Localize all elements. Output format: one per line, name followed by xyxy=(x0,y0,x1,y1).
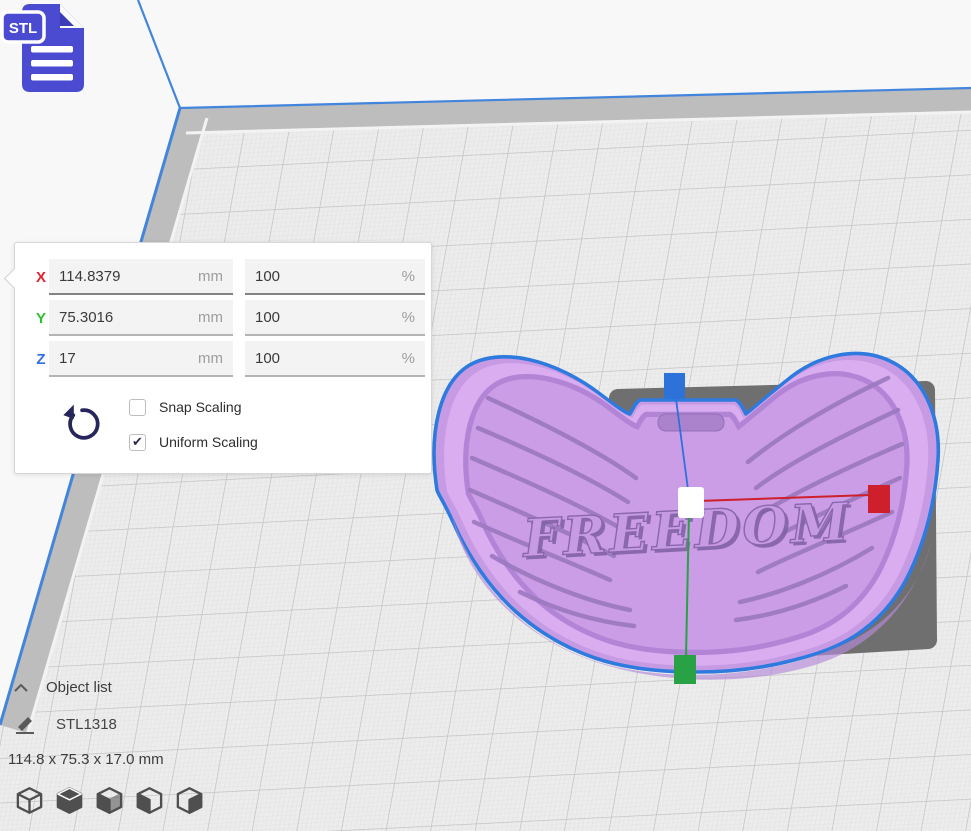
scale-y-percent-unit: % xyxy=(402,309,415,326)
scale-x-percent-input[interactable]: 100 % xyxy=(245,259,425,295)
scale-row-x: X 114.8379 mm 100 % xyxy=(15,259,431,297)
scale-y-percent-input[interactable]: 100 % xyxy=(245,300,425,336)
tab-slot xyxy=(658,414,724,431)
snap-scaling-row: Snap Scaling xyxy=(129,397,242,417)
camera-view-buttons xyxy=(14,785,205,816)
scale-z-percent-value: 100 xyxy=(255,350,280,367)
snap-scaling-label[interactable]: Snap Scaling xyxy=(159,399,242,415)
uniform-scaling-row: ✔ Uniform Scaling xyxy=(129,432,258,452)
scale-y-mm-unit: mm xyxy=(198,309,223,326)
scale-row-y: Y 75.3016 mm 100 % xyxy=(15,300,431,338)
scale-y-mm-input[interactable]: 75.3016 mm xyxy=(49,300,233,336)
scale-x-mm-input[interactable]: 114.8379 mm xyxy=(49,259,233,295)
uniform-scaling-checkbox[interactable]: ✔ xyxy=(129,434,146,451)
snap-scaling-checkbox[interactable] xyxy=(129,399,146,416)
scale-z-mm-input[interactable]: 17 mm xyxy=(49,341,233,377)
pencil-icon xyxy=(14,713,36,735)
scale-row-z: Z 17 mm 100 % xyxy=(15,341,431,379)
axis-label-z: Z xyxy=(31,341,51,379)
view-top-button[interactable] xyxy=(94,785,125,816)
axis-label-y: Y xyxy=(31,300,51,338)
gizmo-z-handle[interactable] xyxy=(664,373,685,399)
gizmo-y-handle[interactable] xyxy=(674,655,696,684)
scale-x-mm-value: 114.8379 xyxy=(59,268,120,285)
scale-x-percent-value: 100 xyxy=(255,268,280,285)
scale-tool-panel: X 114.8379 mm 100 % Y 75.3016 mm 100 % Z… xyxy=(14,242,432,474)
view-right-button[interactable] xyxy=(174,785,205,816)
view-3d-button[interactable] xyxy=(14,785,45,816)
scale-z-percent-input[interactable]: 100 % xyxy=(245,341,425,377)
uniform-scaling-label[interactable]: Uniform Scaling xyxy=(159,434,258,450)
scale-z-percent-unit: % xyxy=(402,350,415,367)
object-name: STL1318 xyxy=(56,716,117,733)
scale-z-mm-value: 17 xyxy=(59,350,76,367)
scale-y-percent-value: 100 xyxy=(255,309,280,326)
reset-scale-button[interactable] xyxy=(61,403,101,445)
object-list-label: Object list xyxy=(46,679,112,696)
view-front-button[interactable] xyxy=(54,785,85,816)
stl-file-icon: STL xyxy=(0,0,92,100)
gizmo-x-handle[interactable] xyxy=(868,485,890,513)
object-list-item[interactable]: STL1318 xyxy=(14,713,117,735)
chevron-up-icon xyxy=(12,681,30,695)
axis-label-x: X xyxy=(31,259,51,297)
object-list-toggle[interactable]: Object list xyxy=(12,679,112,696)
view-left-button[interactable] xyxy=(134,785,165,816)
stl-badge-label: STL xyxy=(9,20,37,37)
scale-x-percent-unit: % xyxy=(402,268,415,285)
scale-x-mm-unit: mm xyxy=(198,268,223,285)
model-dimensions: 114.8 x 75.3 x 17.0 mm xyxy=(8,751,164,768)
gizmo-center-handle[interactable] xyxy=(678,487,704,518)
scale-z-mm-unit: mm xyxy=(198,350,223,367)
scale-y-mm-value: 75.3016 xyxy=(59,309,113,326)
